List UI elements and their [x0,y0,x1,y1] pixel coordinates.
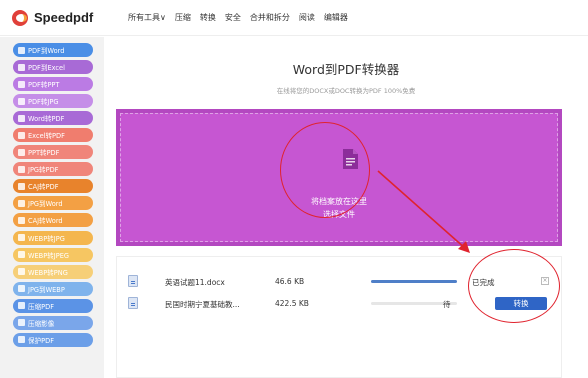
tool-icon [18,46,25,54]
sidebar: PDF到Word PDF到Excel PDF转PPT PDF转JPG Word转PDF E… [0,37,104,378]
annotation-circle-status [468,249,560,323]
sidebar-item[interactable]: CAJ转PDF [13,179,93,194]
annotation-arrow [377,170,470,253]
sidebar-item-label: 压缩影像 [28,319,55,328]
file-size: 46.6 KB [275,277,305,286]
logo[interactable]: Speedpdf [12,9,118,26]
sidebar-item[interactable]: JPG转PDF [13,162,93,177]
progress-fill [371,280,457,283]
nav-convert[interactable]: 转换 [200,12,216,23]
sidebar-item-label: Word转PDF [28,115,65,124]
tool-icon [18,148,25,156]
tool-icon [18,165,25,173]
sidebar-item-label: JPG转PDF [28,166,59,175]
tool-icon [18,302,25,310]
tool-icon [18,114,25,122]
sidebar-item-label: WEBP转PNG [28,268,68,277]
tool-icon [18,80,25,88]
sidebar-item[interactable]: PPT转PDF [13,145,93,160]
sidebar-item-label: PDF到Excel [28,64,65,73]
sidebar-item[interactable]: WEBP转PNG [13,264,93,279]
sidebar-item[interactable]: CAJ转Word [13,213,93,228]
sidebar-item-label: PDF到Word [28,47,65,55]
annotation-circle-upload [280,122,370,218]
tool-icon [18,234,25,242]
sidebar-item[interactable]: PDF到Excel [13,60,93,75]
file-size: 422.5 KB [275,299,309,308]
nav-security[interactable]: 安全 [225,12,241,23]
sidebar-item-label: WEBP转JPG [28,234,65,243]
sidebar-item-label: WEBP转JPEG [28,251,69,260]
nav-compress[interactable]: 压缩 [175,12,191,23]
page-title: Word到PDF转换器 [292,62,400,77]
sidebar-item[interactable]: JPG到Word [13,196,93,211]
main-panel: Word到PDF转换器 在线将您的DOCX或DOC转换为PDF 100%免费 将… [104,37,588,378]
nav-all-tools[interactable]: 所有工具∨ [128,12,166,23]
sidebar-item-label: CAJ转Word [28,217,63,226]
sidebar-item[interactable]: Word转PDF [13,111,93,126]
sidebar-item[interactable]: WEBP转JPG [13,230,93,245]
nav-merge-split[interactable]: 合并和拆分 [250,12,290,23]
nav-editor[interactable]: 编辑器 [324,12,348,23]
sidebar-item[interactable]: PDF转PPT [13,77,93,92]
tool-icon [18,336,25,344]
sidebar-item[interactable]: JPG到WEBP [13,281,93,296]
sidebar-item-label: Excel转PDF [28,132,65,141]
file-name: 英语试题11.docx [165,278,225,287]
sidebar-item-label: PPT转PDF [28,149,60,158]
sidebar-item[interactable]: 压缩影像 [13,315,93,330]
status-text: 待 [443,300,451,309]
top-header: Speedpdf 所有工具∨ 压缩 转换 安全 合并和拆分 阅读 编辑器 [0,0,588,36]
sidebar-item-label: CAJ转PDF [28,183,59,192]
tool-icon [18,182,25,190]
sidebar-item-label: PDF转JPG [28,98,59,107]
tool-icon [18,285,25,293]
sidebar-item[interactable]: PDF转JPG [13,94,93,109]
tool-icon [18,251,25,259]
docx-file-icon [128,275,138,287]
progress-bar [371,280,457,283]
main-nav: 所有工具∨ 压缩 转换 安全 合并和拆分 阅读 编辑器 [128,12,348,23]
tool-icon [18,268,25,276]
tool-icon [18,97,25,105]
sidebar-item[interactable]: 保护PDF [13,332,93,347]
logo-text: Speedpdf [34,10,94,25]
sidebar-item-label: 保护PDF [28,336,55,345]
sidebar-item-label: JPG到WEBP [28,285,65,294]
speedpdf-logo-icon [12,9,28,26]
nav-read[interactable]: 阅读 [299,12,315,23]
page-subtitle: 在线将您的DOCX或DOC转换为PDF 100%免费 [276,87,416,95]
sidebar-item-label: JPG到Word [28,200,63,209]
tool-icon [18,319,25,327]
sidebar-item[interactable]: WEBP转JPEG [13,247,93,262]
tool-icon [18,131,25,139]
docx-file-icon [128,297,138,309]
sidebar-item[interactable]: Excel转PDF [13,128,93,143]
sidebar-item-label: PDF转PPT [28,81,60,90]
sidebar-item-label: 压缩PDF [28,302,55,311]
tool-icon [18,216,25,224]
sidebar-item[interactable]: 压缩PDF [13,298,93,313]
tool-icon [18,63,25,71]
file-name: 民国时期宁夏基础教... [165,300,240,309]
tool-icon [18,199,25,207]
sidebar-item[interactable]: PDF到Word [13,43,93,57]
